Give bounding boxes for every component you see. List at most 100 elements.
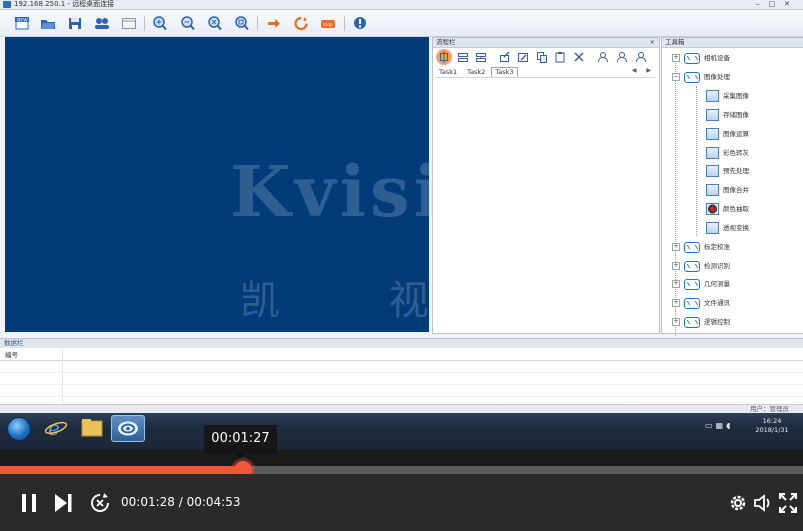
tree-leaf-acquire-image[interactable]: 采集图像 bbox=[706, 89, 749, 103]
loop-icon bbox=[91, 493, 109, 512]
tree-leaf-image-merge[interactable]: 图像合并 bbox=[706, 183, 749, 197]
logic-icon bbox=[684, 316, 700, 328]
run-once-icon[interactable] bbox=[266, 16, 282, 31]
close-icon[interactable]: ✕ bbox=[784, 0, 799, 8]
expand-icon[interactable]: + bbox=[672, 318, 680, 326]
expand-icon[interactable]: + bbox=[672, 280, 680, 288]
zoom-out-icon[interactable] bbox=[180, 16, 196, 31]
volume-button[interactable] bbox=[753, 493, 773, 515]
tree-node-camera[interactable]: + 相机设备 bbox=[672, 51, 730, 65]
skip-next-icon bbox=[55, 494, 72, 512]
open-folder-button[interactable] bbox=[40, 16, 56, 31]
collapse-icon[interactable]: − bbox=[672, 73, 680, 81]
append-task-icon[interactable] bbox=[475, 51, 487, 63]
delete-icon[interactable] bbox=[573, 51, 585, 63]
flow-panel: 流程栏 × Task1 Task2 Task3 ◀ ▶ bbox=[432, 37, 660, 334]
flow-toolbar bbox=[433, 48, 659, 65]
seek-preview-time: 00:01:27 bbox=[204, 425, 277, 453]
svg-text:e: e bbox=[48, 416, 60, 440]
maximize-icon[interactable]: □ bbox=[769, 0, 785, 8]
network-icon[interactable]: ▦ bbox=[716, 421, 727, 430]
tree-leaf-save-image[interactable]: 存储图像 bbox=[706, 108, 749, 122]
tree-node-image-processing[interactable]: − 图像处理 bbox=[672, 70, 730, 84]
tree-leaf-preprocess[interactable]: 预先处理 bbox=[706, 164, 749, 178]
toolbox-header: 工具箱 bbox=[662, 38, 803, 48]
pause-button[interactable] bbox=[20, 493, 38, 515]
flow-panel-close-icon[interactable]: × bbox=[650, 38, 655, 47]
tree-leaf-color-to-gray[interactable]: 彩色转灰 bbox=[706, 146, 749, 160]
tab-task3[interactable]: Task3 bbox=[491, 67, 518, 77]
user-remove-icon[interactable] bbox=[635, 51, 647, 63]
add-task-icon[interactable] bbox=[438, 51, 450, 63]
copy-icon[interactable] bbox=[536, 51, 548, 63]
zoom-in-icon[interactable] bbox=[152, 16, 168, 31]
expand-icon[interactable]: + bbox=[672, 243, 680, 251]
user-icon[interactable] bbox=[597, 51, 609, 63]
data-panel: 数据栏 编号 bbox=[0, 338, 803, 406]
pause-icon bbox=[22, 494, 36, 512]
insert-task-icon[interactable] bbox=[457, 51, 469, 63]
window-button[interactable] bbox=[121, 16, 137, 31]
expand-icon[interactable]: + bbox=[672, 54, 680, 62]
toolbox-title: 工具箱 bbox=[665, 38, 685, 46]
save-button[interactable] bbox=[67, 16, 83, 31]
zoom-fit-icon[interactable] bbox=[207, 16, 223, 31]
perspective-transform-icon bbox=[706, 222, 719, 234]
title-bar: 192.168.250.1 - 远程桌面连接 –□✕ bbox=[0, 0, 803, 10]
save-image-icon bbox=[706, 109, 719, 121]
settings-button[interactable] bbox=[728, 493, 748, 515]
tree-node-logic[interactable]: + 逻辑控制 bbox=[672, 315, 730, 329]
paste-icon[interactable] bbox=[554, 51, 566, 63]
start-menu-icon[interactable] bbox=[7, 417, 31, 441]
main-toolbar: NEW stop bbox=[0, 10, 803, 37]
tree-leaf-image-arithmetic[interactable]: 图像运算 bbox=[706, 127, 749, 141]
tooltip-arrow bbox=[234, 453, 246, 459]
new-project-button[interactable]: NEW bbox=[14, 16, 30, 31]
zoom-actual-icon[interactable] bbox=[234, 16, 250, 31]
users-button[interactable] bbox=[94, 16, 110, 31]
minimize-icon[interactable]: – bbox=[756, 0, 769, 8]
detection-icon bbox=[684, 260, 700, 272]
color-to-gray-icon bbox=[706, 147, 719, 159]
tree-node-detection[interactable]: + 检测识别 bbox=[672, 259, 730, 273]
tree-node-file-comm[interactable]: + 文件通讯 bbox=[672, 296, 730, 310]
system-tray[interactable]: ▭▦◖ bbox=[705, 421, 733, 430]
preprocess-icon bbox=[706, 165, 719, 177]
expand-icon[interactable]: + bbox=[672, 299, 680, 307]
data-column-header[interactable]: 编号 bbox=[0, 350, 803, 361]
kvision-app-icon[interactable] bbox=[111, 415, 145, 442]
user-add-icon[interactable] bbox=[616, 51, 628, 63]
tree-node-geometry[interactable]: + 几何测量 bbox=[672, 277, 730, 291]
acquire-image-icon bbox=[706, 90, 719, 102]
calibration-icon bbox=[684, 241, 700, 253]
rename-icon[interactable] bbox=[517, 51, 529, 63]
edit-step-icon[interactable] bbox=[499, 51, 511, 63]
tree-leaf-perspective-transform[interactable]: 透视变换 bbox=[706, 221, 749, 235]
camera-device-icon bbox=[684, 52, 700, 64]
file-explorer-icon[interactable] bbox=[76, 415, 108, 440]
about-icon[interactable] bbox=[352, 16, 368, 31]
tree-node-calibration[interactable]: + 标定校准 bbox=[672, 240, 730, 254]
ie-browser-icon[interactable]: e bbox=[40, 415, 72, 440]
gear-icon bbox=[730, 495, 746, 511]
expand-icon[interactable]: + bbox=[672, 262, 680, 270]
speaker-icon bbox=[754, 494, 770, 512]
next-button[interactable] bbox=[53, 493, 73, 515]
window-controls[interactable]: –□✕ bbox=[756, 0, 799, 8]
run-loop-icon[interactable] bbox=[293, 16, 309, 31]
stop-icon[interactable]: stop bbox=[320, 16, 336, 31]
tab-scroll-arrows[interactable]: ◀ ▶ bbox=[632, 67, 655, 74]
fullscreen-icon bbox=[778, 492, 798, 514]
geometry-icon bbox=[684, 278, 700, 290]
tree-leaf-color-extract[interactable]: 颜色抽取 bbox=[706, 202, 749, 216]
fullscreen-button[interactable] bbox=[778, 492, 798, 515]
svg-text:stop: stop bbox=[323, 22, 333, 28]
tray-arrow-icon[interactable]: ▭ bbox=[705, 421, 716, 430]
loop-button[interactable] bbox=[89, 492, 111, 516]
app-icon bbox=[3, 1, 11, 8]
system-clock[interactable]: 16:24 2018/1/31 bbox=[746, 417, 798, 435]
flow-step-list[interactable] bbox=[435, 77, 655, 330]
clock-time: 16:24 bbox=[762, 417, 782, 425]
volume-icon[interactable]: ◖ bbox=[726, 421, 733, 430]
remote-desktop-window: 192.168.250.1 - 远程桌面连接 –□✕ NEW stop Kvis… bbox=[0, 0, 803, 450]
